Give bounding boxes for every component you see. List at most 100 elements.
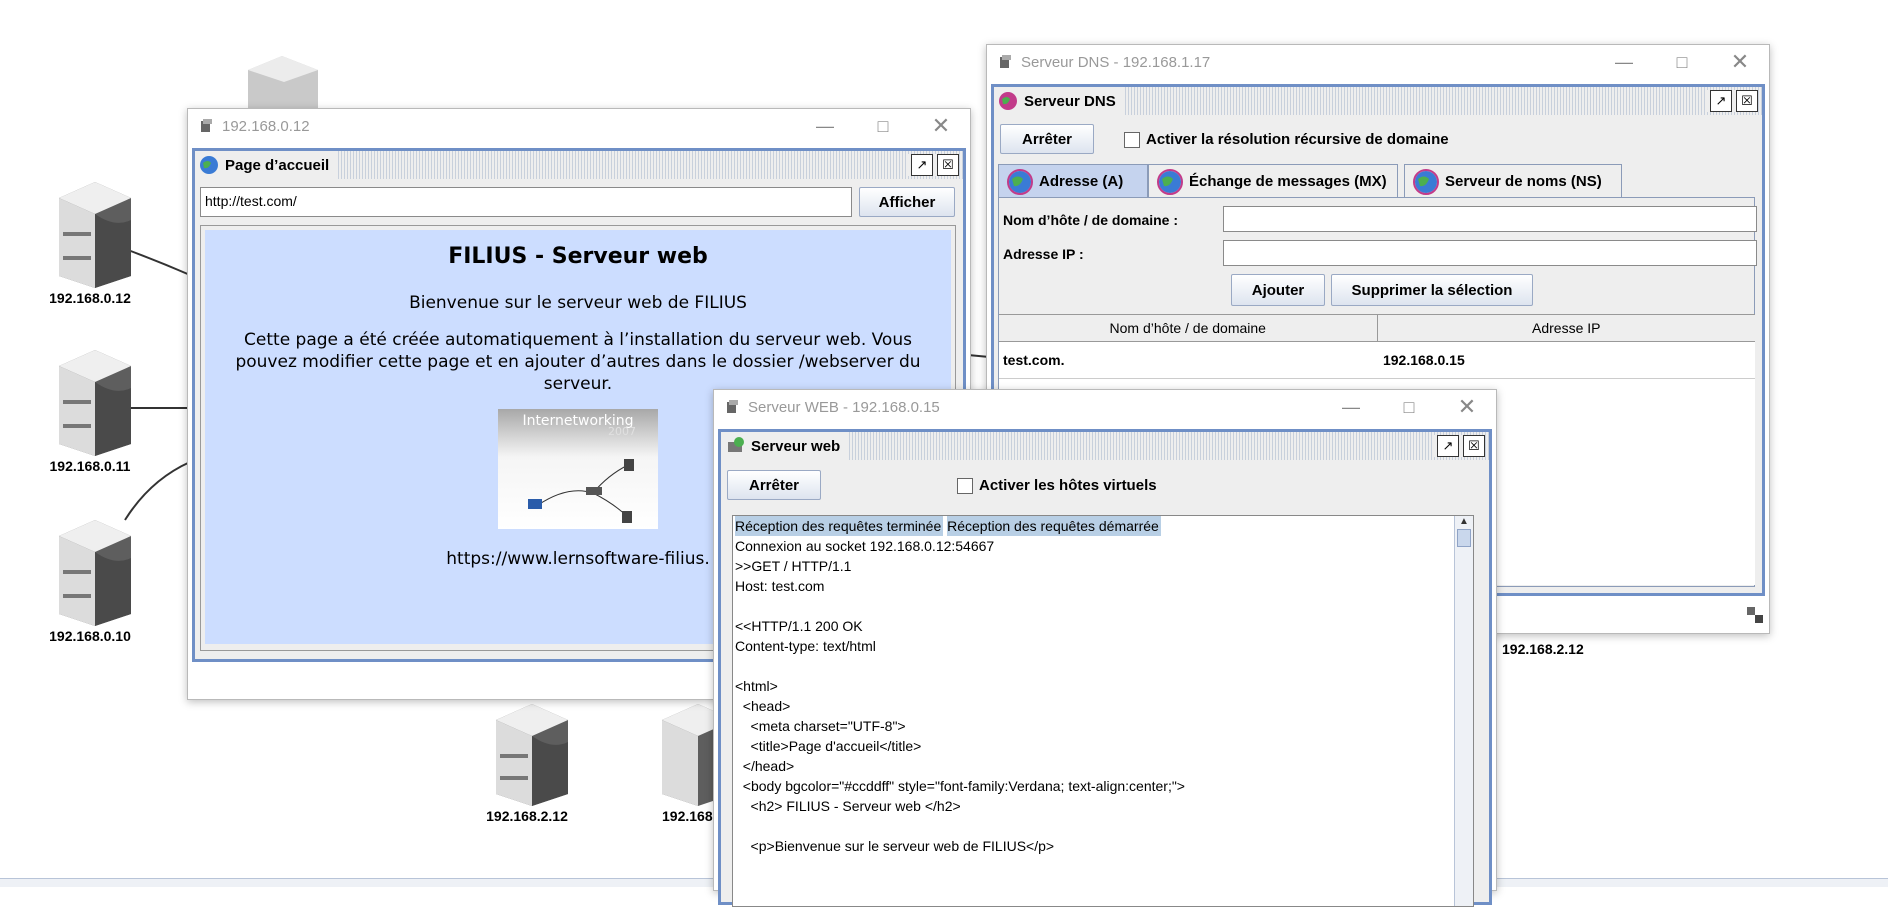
stop-button[interactable]: Arrêter (1000, 124, 1094, 154)
window-titlebar[interactable]: Serveur DNS - 192.168.1.17 — □ ✕ (987, 45, 1769, 79)
maximize-button[interactable]: □ (854, 109, 912, 143)
panel-title: Serveur DNS (1024, 92, 1116, 110)
server-tower-icon (496, 704, 568, 806)
host-input[interactable] (1223, 206, 1757, 232)
undock-button[interactable]: ↗ (1437, 435, 1459, 457)
tab-ns[interactable]: Serveur de noms (NS) (1404, 164, 1622, 198)
url-input[interactable]: http://test.com/ (200, 187, 852, 217)
server-tower-icon (59, 520, 131, 626)
app-icon (727, 400, 738, 413)
scroll-thumb[interactable] (1457, 529, 1471, 547)
log-line: <body bgcolor="#ccddff" style="font-fami… (735, 778, 1185, 794)
minimize-button[interactable]: — (1322, 390, 1380, 424)
panel-close-button[interactable]: ☒ (937, 154, 959, 176)
web-server-panel: Serveur web ↗ ☒ Arrêter Activer les hôte… (718, 429, 1492, 907)
close-button[interactable]: ✕ (1438, 390, 1496, 424)
tab-label: Adresse (A) (1039, 173, 1124, 190)
virtual-hosts-checkbox[interactable]: Activer les hôtes virtuels (957, 477, 1157, 494)
web-server-icon (728, 437, 744, 452)
recursive-checkbox[interactable]: Activer la résolution récursive de domai… (1124, 131, 1449, 148)
table-header: Nom d’hôte / de domaine Adresse IP (999, 315, 1755, 342)
globe-icon (1007, 168, 1033, 195)
checkbox-box[interactable] (957, 477, 973, 494)
maximize-button[interactable]: □ (1653, 45, 1711, 79)
panel-title: Serveur web (751, 437, 841, 455)
log-line: <<HTTP/1.1 200 OK (735, 618, 863, 634)
log-vertical-scrollbar[interactable]: ▲ (1454, 516, 1473, 906)
maximize-button[interactable]: □ (1380, 390, 1438, 424)
minimize-button[interactable]: — (796, 109, 854, 143)
server-tower-icon (662, 704, 720, 806)
log-line: <p>Bienvenue sur le serveur web de FILIU… (735, 838, 1055, 854)
node-label: 192.168 (662, 808, 713, 824)
page-paragraph: Cette page a été créée automatiquement à… (235, 330, 921, 394)
tab-label: Échange de messages (MX) (1189, 173, 1387, 190)
app-icon (1000, 55, 1011, 68)
node-label: 192.168.0.11 (49, 458, 131, 474)
panel-close-button[interactable]: ☒ (1463, 435, 1485, 457)
log-line: >>GET / HTTP/1.1 (735, 558, 852, 574)
header-ip[interactable]: Adresse IP (1378, 315, 1756, 341)
scroll-up-arrow-icon[interactable]: ▲ (1455, 516, 1473, 527)
globe-icon (1413, 168, 1439, 195)
log-line: Réception des requêtes démarrée (947, 516, 1161, 536)
page-heading: FILIUS - Serveur web (448, 244, 708, 269)
log-line: <html> (735, 678, 778, 694)
undock-button[interactable]: ↗ (911, 154, 933, 176)
ip-label: Adresse IP : (1003, 246, 1084, 262)
internetworking-image: Internetworking 2007 (498, 409, 658, 529)
log-line: Host: test.com (735, 578, 825, 594)
header-host[interactable]: Nom d’hôte / de domaine (999, 315, 1378, 341)
server-tower-icon (59, 350, 131, 456)
delete-selection-button[interactable]: Supprimer la sélection (1331, 274, 1533, 306)
computer-node-2-12[interactable]: 192.168.2.12 (472, 696, 582, 824)
computer-node-0-12[interactable]: 192.168.0.12 (35, 168, 145, 306)
panel-titlebar: Serveur web ↗ ☒ (721, 432, 1489, 460)
app-icon (201, 119, 212, 132)
computer-node-0-11[interactable]: 192.168.0.11 (35, 336, 145, 474)
computer-node-0-10[interactable]: 192.168.0.10 (35, 506, 145, 644)
tab-address-a[interactable]: Adresse (A) (998, 164, 1148, 198)
host-label: Nom d’hôte / de domaine : (1003, 212, 1179, 228)
dns-globe-icon (999, 92, 1017, 110)
log-lines: Réception des requêtes terminée Réceptio… (733, 516, 1473, 856)
tab-label: Serveur de noms (NS) (1445, 173, 1602, 190)
log-line: </head> (735, 758, 795, 774)
web-server-window[interactable]: Serveur WEB - 192.168.0.15 — □ ✕ Serveur… (713, 389, 1497, 907)
checkbox-box[interactable] (1124, 131, 1140, 148)
vhosts-label: Activer les hôtes virtuels (979, 477, 1157, 494)
panel-title: Page d’accueil (225, 156, 330, 174)
computer-node-partial[interactable]: 192.168 (648, 696, 720, 824)
tab-mx[interactable]: Échange de messages (MX) (1148, 164, 1398, 198)
stop-button[interactable]: Arrêter (727, 470, 821, 500)
minimize-button[interactable]: — (1595, 45, 1653, 79)
ip-input[interactable] (1223, 240, 1757, 266)
log-line: <meta charset="UTF-8"> (735, 718, 906, 734)
log-line: <h2> FILIUS - Serveur web </h2> (735, 798, 961, 814)
node-label: 192.168.2.12 (486, 808, 568, 824)
close-button[interactable]: ✕ (1711, 45, 1769, 79)
window-title: Serveur DNS - 192.168.1.17 (1021, 53, 1211, 71)
recursive-label: Activer la résolution récursive de domai… (1146, 131, 1449, 148)
close-button[interactable]: ✕ (912, 109, 970, 143)
network-diagram-icon (528, 459, 634, 523)
log-line: Content-type: text/html (735, 638, 876, 654)
node-label: 192.168.2.12 (1502, 641, 1584, 657)
add-button[interactable]: Ajouter (1231, 274, 1325, 306)
globe-icon (200, 156, 218, 174)
node-label: 192.168.0.12 (49, 290, 131, 306)
log-line: <title>Page d'accueil</title> (735, 738, 922, 754)
row-ip: 192.168.0.15 (1382, 352, 1465, 368)
window-titlebar[interactable]: 192.168.0.12 — □ ✕ (188, 109, 970, 143)
panel-close-button[interactable]: ☒ (1736, 90, 1758, 112)
undock-button[interactable]: ↗ (1710, 90, 1732, 112)
show-button[interactable]: Afficher (859, 187, 955, 217)
table-row[interactable]: test.com. 192.168.0.15 (999, 342, 1755, 379)
row-host: test.com. (1003, 352, 1065, 368)
window-titlebar[interactable]: Serveur WEB - 192.168.0.15 — □ ✕ (714, 390, 1496, 424)
globe-icon (1157, 168, 1183, 195)
resize-grip-icon[interactable] (1743, 603, 1767, 627)
server-log[interactable]: Réception des requêtes terminée Réceptio… (732, 515, 1474, 907)
